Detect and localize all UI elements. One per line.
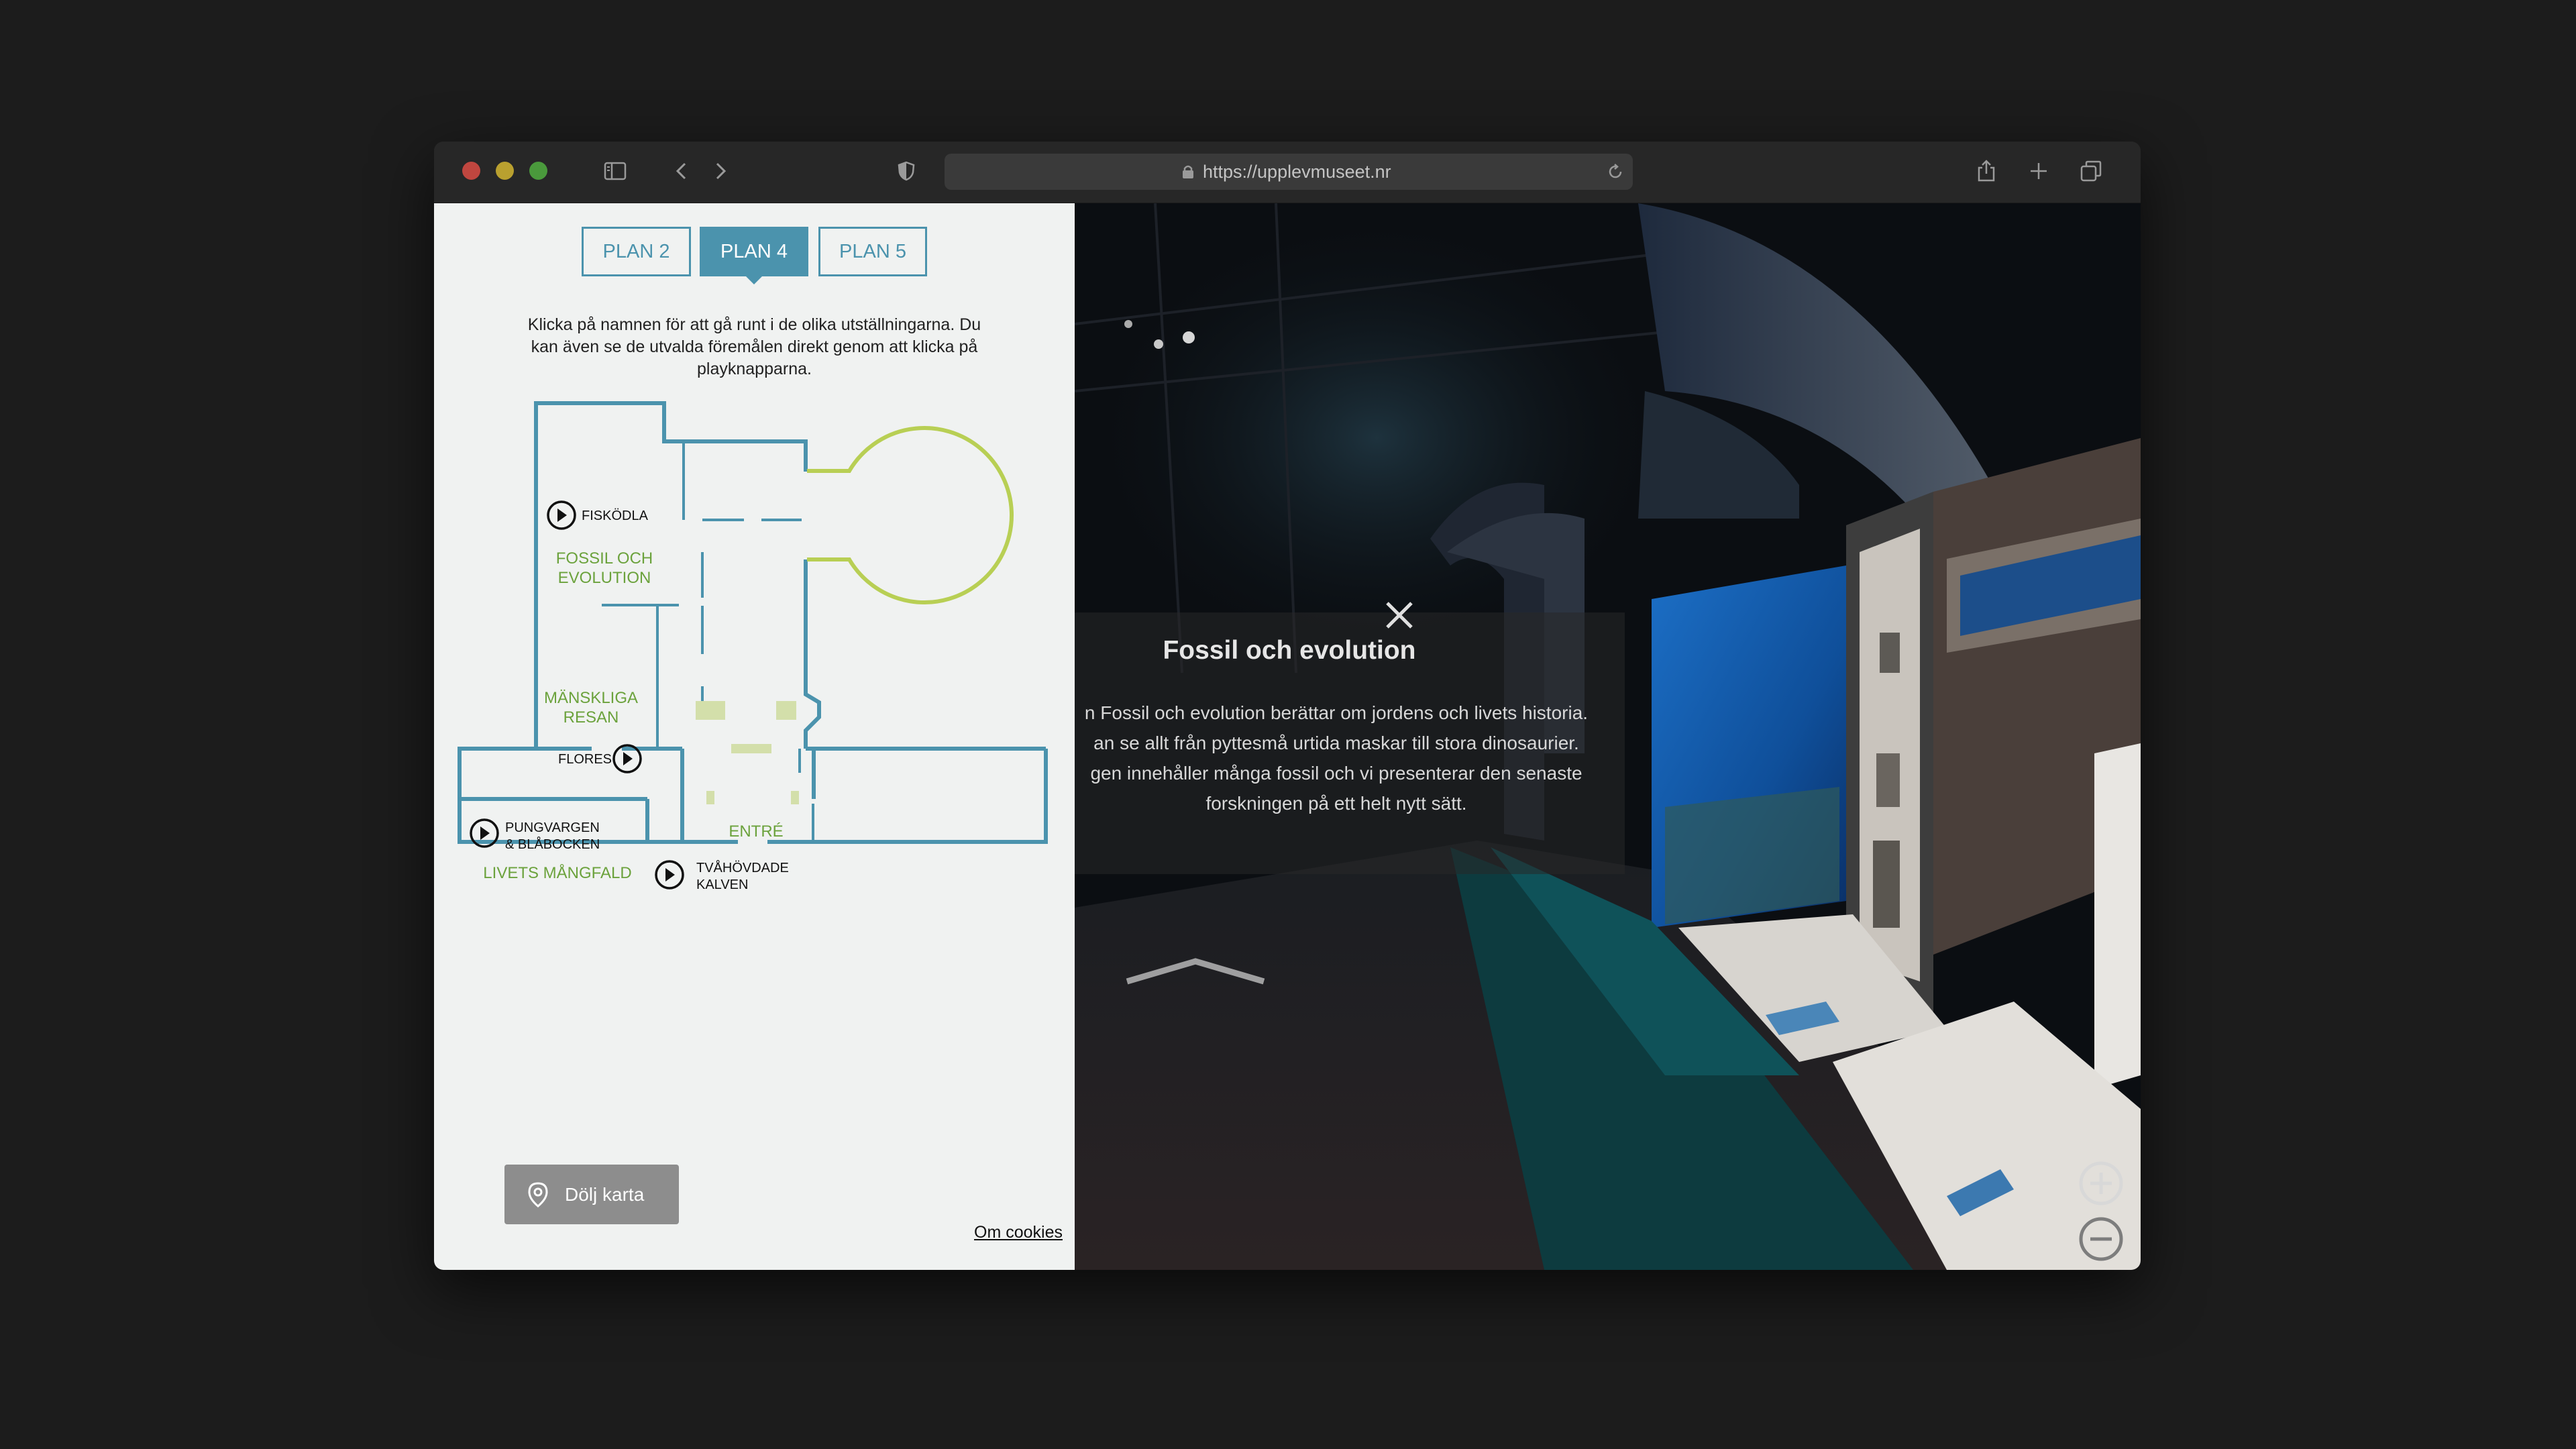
item-flores[interactable]: FLORES bbox=[558, 752, 612, 767]
room-manskliga-resan[interactable]: MÄNSKLIGA bbox=[544, 689, 638, 707]
cookies-link[interactable]: Om cookies bbox=[974, 1223, 1063, 1242]
play-fiskodla-icon[interactable] bbox=[547, 500, 576, 530]
tabs-icon[interactable] bbox=[2079, 159, 2103, 183]
floor-plan-inner-walls bbox=[602, 441, 814, 841]
exhibit-description-line: gen innehåller många fossil och vi prese… bbox=[1090, 763, 1582, 784]
shield-icon[interactable] bbox=[894, 159, 918, 183]
minimize-window-button[interactable] bbox=[496, 162, 514, 180]
sidebar-icon[interactable] bbox=[603, 159, 627, 183]
panorama-view[interactable]: Fossil och evolution n Fossil och evolut… bbox=[1075, 203, 2141, 1270]
room-livets-mangfald[interactable]: LIVETS MÅNGFALD bbox=[483, 863, 631, 882]
hide-map-button[interactable]: Dölj karta bbox=[504, 1165, 679, 1224]
new-tab-icon[interactable] bbox=[2027, 159, 2051, 183]
exhibit-description-line: n Fossil och evolution berättar om jorde… bbox=[1084, 702, 1589, 723]
floor-plan-walls bbox=[458, 401, 1048, 844]
share-icon[interactable] bbox=[1974, 159, 1998, 183]
forward-icon[interactable] bbox=[708, 159, 732, 183]
page-content: PLAN 2 PLAN 4 PLAN 5 Klicka på namnen fö… bbox=[434, 203, 2141, 1270]
room-fossil-och-evolution[interactable]: FOSSIL OCH bbox=[556, 549, 653, 568]
close-window-button[interactable] bbox=[462, 162, 480, 180]
reload-icon[interactable] bbox=[1606, 162, 1625, 181]
exhibit-description-line: an se allt från pyttesmå urtida maskar t… bbox=[1093, 733, 1579, 753]
zoom-window-button[interactable] bbox=[529, 162, 547, 180]
browser-toolbar: https://upplevmuseet.nr bbox=[434, 142, 2141, 203]
map-panel: PLAN 2 PLAN 4 PLAN 5 Klicka på namnen fö… bbox=[434, 203, 1075, 1270]
item-tvahovdade[interactable]: TVÅHÖVDADE bbox=[696, 860, 789, 875]
room-fossil-och-evolution-line2[interactable]: EVOLUTION bbox=[558, 569, 651, 587]
back-icon[interactable] bbox=[670, 159, 694, 183]
url-text: https://upplevmuseet.nr bbox=[1203, 162, 1391, 182]
room-manskliga-resan-line2[interactable]: RESAN bbox=[564, 708, 619, 727]
lock-icon bbox=[1183, 165, 1193, 178]
exhibit-description: n Fossil och evolution berättar om jorde… bbox=[1075, 698, 1625, 818]
location-pin-icon bbox=[528, 1182, 548, 1208]
item-fiskodla[interactable]: FISKÖDLA bbox=[582, 508, 649, 523]
browser-window: https://upplevmuseet.nr PLAN 2 PLAN 4 PL… bbox=[434, 142, 2141, 1270]
rotunda-outline bbox=[807, 426, 1014, 604]
item-tvahovdade-line2[interactable]: KALVEN bbox=[696, 877, 748, 892]
floor-plan-map: FOSSIL OCH EVOLUTION MÄNSKLIGA RESAN ENT… bbox=[458, 401, 1048, 892]
exhibit-description-line: forskningen på ett helt nytt sätt. bbox=[1205, 793, 1467, 814]
zoom-in-icon[interactable] bbox=[2078, 1161, 2124, 1206]
close-icon[interactable] bbox=[1382, 598, 1417, 633]
zoom-out-icon[interactable] bbox=[2078, 1216, 2124, 1262]
play-tvahovdade-icon[interactable] bbox=[655, 860, 684, 890]
item-pungvargen-line2[interactable]: & BLÅBOCKEN bbox=[505, 837, 600, 852]
address-bar[interactable]: https://upplevmuseet.nr bbox=[945, 154, 1633, 190]
entrance-markers bbox=[696, 701, 799, 804]
item-pungvargen[interactable]: PUNGVARGEN bbox=[505, 820, 600, 835]
room-entre[interactable]: ENTRÉ bbox=[729, 822, 783, 841]
hide-map-label: Dölj karta bbox=[565, 1184, 645, 1205]
exhibit-title: Fossil och evolution bbox=[1163, 636, 1416, 665]
